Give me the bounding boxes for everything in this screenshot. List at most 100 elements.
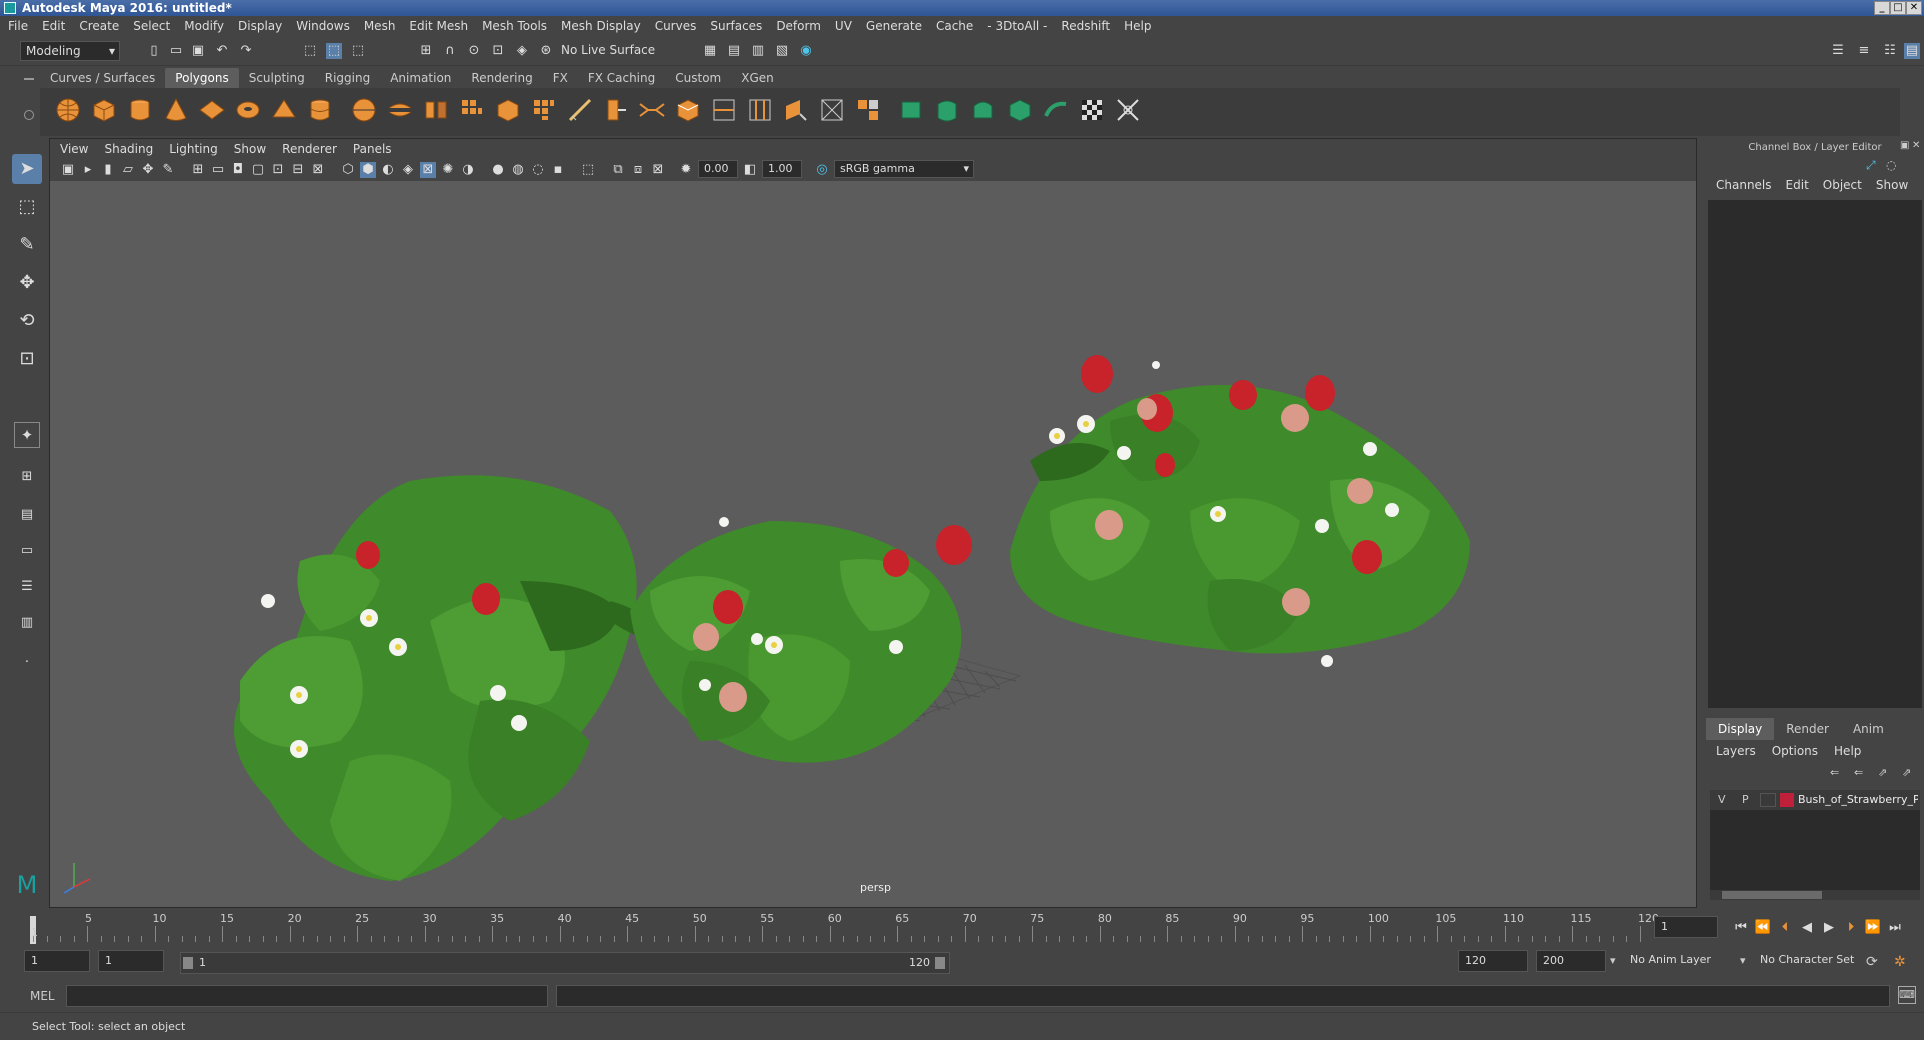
menu-help[interactable]: Help — [1124, 19, 1151, 33]
film-gate-icon[interactable]: ▭ — [210, 162, 226, 178]
shelf-tab-custom[interactable]: Custom — [665, 68, 731, 88]
combine-icon[interactable] — [350, 96, 378, 124]
bridge-icon[interactable] — [638, 96, 666, 124]
grid-toggle-icon[interactable]: ⊞ — [190, 162, 206, 178]
remesh-icon[interactable] — [530, 96, 558, 124]
select-tool-icon[interactable]: ➤ — [12, 154, 42, 184]
shadows-icon[interactable]: ◑ — [460, 162, 476, 178]
wireframe-icon[interactable]: ⬡ — [340, 162, 356, 178]
grease-pencil-icon[interactable]: ✎ — [160, 162, 176, 178]
uv-cylindrical-icon[interactable] — [934, 96, 962, 124]
render-view-icon[interactable]: ▦ — [702, 43, 718, 59]
layer-color-swatch[interactable] — [1780, 793, 1794, 807]
maximize-button[interactable]: □ — [1890, 1, 1906, 15]
menu-edit-mesh[interactable]: Edit Mesh — [409, 19, 468, 33]
merge-icon[interactable] — [854, 96, 882, 124]
layer-menu-help[interactable]: Help — [1834, 744, 1861, 758]
ipr-render-icon[interactable]: ▥ — [750, 43, 766, 59]
bevel-icon[interactable] — [674, 96, 702, 124]
new-layer-selected-icon[interactable]: ⇗ — [1902, 766, 1911, 779]
snap-point-icon[interactable]: ⊙ — [466, 43, 482, 59]
close-button[interactable]: ✕ — [1906, 1, 1922, 15]
range-handle-left[interactable] — [183, 957, 193, 969]
motion-blur-icon[interactable]: ◍ — [510, 162, 526, 178]
shelf-tab-fx[interactable]: FX — [543, 68, 578, 88]
layer-visibility-toggle[interactable]: V — [1718, 793, 1726, 806]
snap-grid-icon[interactable]: ⊞ — [418, 43, 434, 59]
xray-joints-icon[interactable]: ⧈ — [630, 162, 646, 178]
shelf-tab-rigging[interactable]: Rigging — [315, 68, 380, 88]
close-panel-icon[interactable]: ✕ — [1912, 140, 1920, 151]
step-forward-key-icon[interactable]: ⏵ — [1842, 920, 1860, 936]
go-to-end-icon[interactable]: ⏭ — [1886, 920, 1904, 936]
layout-four-icon[interactable]: ▤ — [12, 500, 42, 530]
extrude-icon[interactable] — [602, 96, 630, 124]
2d-pan-zoom-icon[interactable]: ✥ — [140, 162, 156, 178]
layer-name[interactable]: Bush_of_Strawberry_P — [1798, 793, 1918, 806]
viewport-menu-renderer[interactable]: Renderer — [282, 142, 337, 156]
animation-end-field[interactable]: 200 — [1536, 950, 1606, 972]
layer-playback-toggle[interactable]: P — [1742, 793, 1749, 806]
target-weld-icon[interactable] — [818, 96, 846, 124]
shelf-tab-sculpting[interactable]: Sculpting — [239, 68, 315, 88]
mode-selector[interactable]: Modeling ▾ — [20, 41, 120, 61]
range-handle-right[interactable] — [935, 957, 945, 969]
layer-scrollbar-thumb[interactable] — [1722, 891, 1822, 899]
shelf-settings-icon[interactable] — [24, 110, 34, 120]
playback-end-field[interactable]: 120 — [1458, 950, 1528, 972]
render-current-icon[interactable]: ▤ — [726, 43, 742, 59]
menu-mesh-tools[interactable]: Mesh Tools — [482, 19, 547, 33]
uv-spherical-icon[interactable] — [970, 96, 998, 124]
time-slider[interactable]: 1 5 10 15 20 25 30 35 40 45 50 55 60 65 70 75 80 85 90 95 1… — [18, 910, 1659, 944]
tool-settings-icon[interactable]: ≡ — [1856, 43, 1872, 59]
move-tool-icon[interactable]: ✥ — [12, 268, 42, 298]
image-plane-icon[interactable]: ▱ — [120, 162, 136, 178]
redo-icon[interactable]: ↷ — [238, 43, 254, 59]
rotate-tool-icon[interactable]: ⟲ — [12, 306, 42, 336]
auto-key-icon[interactable]: ⟳ — [1866, 954, 1878, 970]
select-hierarchy-icon[interactable]: ⬚ — [302, 43, 318, 59]
layer-tab-display[interactable]: Display — [1706, 718, 1775, 740]
new-empty-layer-icon[interactable]: ⇗ — [1878, 766, 1887, 779]
multi-cut-icon[interactable] — [566, 96, 594, 124]
step-back-frame-icon[interactable]: ⏪ — [1754, 920, 1772, 936]
separate-icon[interactable] — [386, 96, 414, 124]
menu-modify[interactable]: Modify — [184, 19, 224, 33]
open-scene-icon[interactable]: ▭ — [168, 43, 184, 59]
viewport-menu-panels[interactable]: Panels — [353, 142, 392, 156]
layer-tab-render[interactable]: Render — [1774, 718, 1841, 740]
viewport-menu-lighting[interactable]: Lighting — [169, 142, 218, 156]
menu-edit[interactable]: Edit — [42, 19, 65, 33]
menu-generate[interactable]: Generate — [866, 19, 922, 33]
ambient-occlusion-icon[interactable]: ● — [490, 162, 506, 178]
toolbox-more-icon[interactable]: · — [12, 648, 42, 678]
poly-pipe-icon[interactable] — [306, 96, 334, 124]
fill-hole-icon[interactable] — [782, 96, 810, 124]
select-object-icon[interactable]: ⬚ — [326, 43, 342, 59]
mirror-icon[interactable] — [422, 96, 450, 124]
viewport-menu-view[interactable]: View — [60, 142, 88, 156]
animation-start-field[interactable]: 1 — [24, 950, 90, 972]
layout-outliner-icon[interactable]: ▥ — [12, 608, 42, 638]
minimize-button[interactable]: _ — [1874, 1, 1890, 15]
textured-icon[interactable]: ⊠ — [420, 162, 436, 178]
default-material-icon[interactable]: ◐ — [380, 162, 396, 178]
go-to-start-icon[interactable]: ⏮ — [1732, 920, 1750, 936]
shelf-tab-animation[interactable]: Animation — [380, 68, 461, 88]
render-settings-icon[interactable]: ▧ — [774, 43, 790, 59]
new-scene-icon[interactable]: ▯ — [146, 43, 162, 59]
camera-icon[interactable]: ▣ — [60, 162, 76, 178]
anti-aliasing-icon[interactable]: ◌ — [530, 162, 546, 178]
poly-plane-icon[interactable] — [198, 96, 226, 124]
animation-preferences-icon[interactable]: ✲ — [1894, 954, 1906, 970]
perspective-view[interactable]: persp — [50, 181, 1696, 907]
poly-cylinder-icon[interactable] — [126, 96, 154, 124]
channel-list[interactable] — [1708, 200, 1922, 708]
layer-tab-anim[interactable]: Anim — [1841, 718, 1896, 740]
edge-loop-icon[interactable] — [710, 96, 738, 124]
channel-box-menu-edit[interactable]: Edit — [1786, 178, 1809, 192]
gate-mask-icon[interactable]: ▢ — [250, 162, 266, 178]
wireframe-on-shaded-icon[interactable]: ◈ — [400, 162, 416, 178]
snap-live-icon[interactable]: ⊛ — [538, 43, 554, 59]
channel-box-toggle-icon[interactable]: ▤ — [1904, 43, 1920, 59]
